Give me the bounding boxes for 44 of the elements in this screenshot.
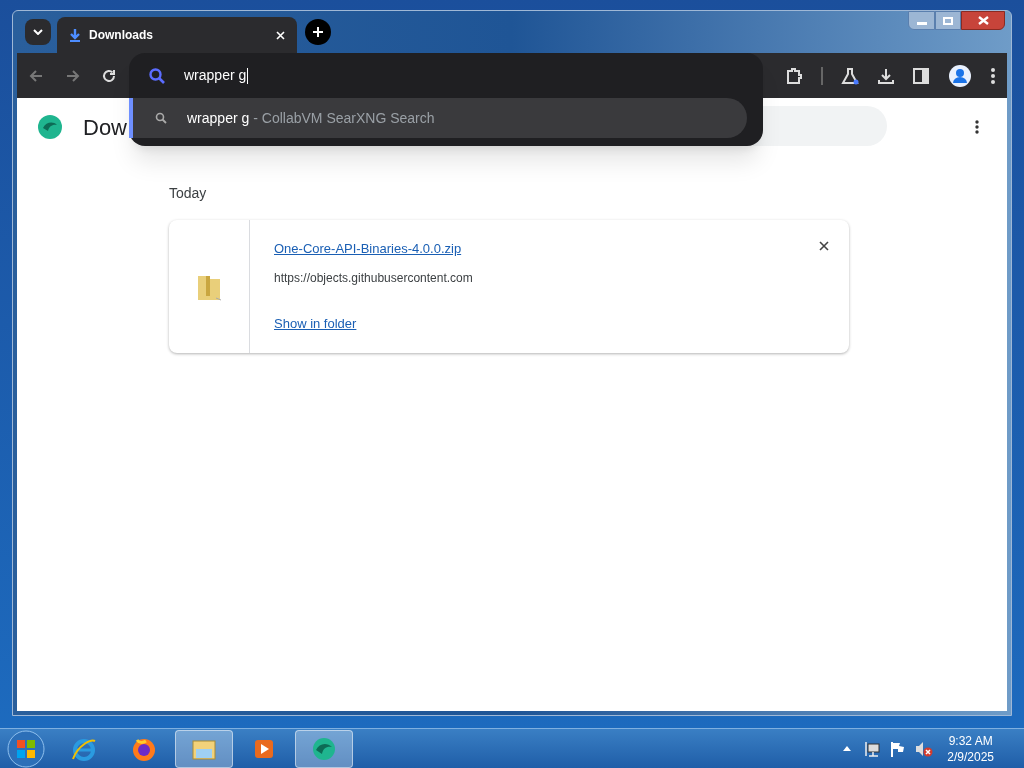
tab-search-button[interactable] bbox=[25, 19, 51, 45]
address-field[interactable]: wrapper g bbox=[184, 65, 249, 86]
section-heading: Today bbox=[169, 184, 208, 203]
flask-icon[interactable] bbox=[841, 66, 859, 85]
close-button[interactable] bbox=[961, 11, 1005, 30]
clock-date: 2/9/2025 bbox=[947, 748, 994, 765]
page-title: Dow bbox=[83, 113, 127, 142]
download-icon[interactable] bbox=[877, 66, 895, 85]
suggestion-text: wrapper g - CollabVM SearXNG Search bbox=[186, 108, 435, 128]
search-icon bbox=[155, 112, 167, 124]
show-hidden-icons-icon[interactable] bbox=[843, 746, 852, 751]
profile-avatar-icon[interactable] bbox=[949, 64, 971, 87]
network-icon[interactable] bbox=[865, 740, 882, 757]
more-options-icon[interactable] bbox=[975, 120, 979, 134]
side-panel-icon[interactable] bbox=[913, 67, 929, 84]
search-icon bbox=[149, 67, 165, 84]
extensions-icon[interactable] bbox=[785, 66, 803, 85]
minimize-button[interactable] bbox=[908, 11, 935, 30]
taskbar-button[interactable] bbox=[175, 729, 233, 768]
taskbar-button[interactable] bbox=[295, 729, 353, 768]
reload-icon[interactable] bbox=[102, 68, 116, 83]
chevron-down-icon bbox=[33, 29, 43, 35]
muted-speaker-icon[interactable] bbox=[915, 740, 934, 757]
forward-icon[interactable] bbox=[66, 68, 80, 83]
plus-icon bbox=[312, 26, 324, 38]
source-url: https://objects.githubusercontent.com bbox=[274, 269, 473, 287]
browser-tab[interactable]: Downloads bbox=[57, 17, 297, 53]
maximize-icon bbox=[943, 16, 953, 25]
omnibox-suggestion[interactable]: wrapper g - CollabVM SearXNG Search bbox=[129, 98, 747, 138]
show-in-folder-link[interactable]: Show in folder bbox=[274, 313, 357, 333]
maximize-button[interactable] bbox=[935, 11, 961, 30]
app-logo-icon bbox=[37, 114, 63, 140]
close-icon bbox=[977, 16, 989, 25]
flag-icon[interactable] bbox=[890, 740, 907, 757]
download-icon bbox=[69, 28, 81, 42]
close-icon[interactable] bbox=[819, 241, 829, 251]
clock-time: 9:32 AM bbox=[948, 732, 993, 749]
tab-title: Downloads bbox=[89, 27, 154, 44]
minimize-icon bbox=[916, 22, 927, 25]
back-icon[interactable] bbox=[29, 68, 43, 83]
new-tab-button[interactable] bbox=[305, 19, 331, 45]
menu-icon[interactable] bbox=[991, 67, 995, 84]
start-button-icon[interactable] bbox=[7, 729, 45, 768]
file-name-link[interactable]: One-Core-API-Binaries-4.0.0.zip bbox=[274, 239, 462, 259]
